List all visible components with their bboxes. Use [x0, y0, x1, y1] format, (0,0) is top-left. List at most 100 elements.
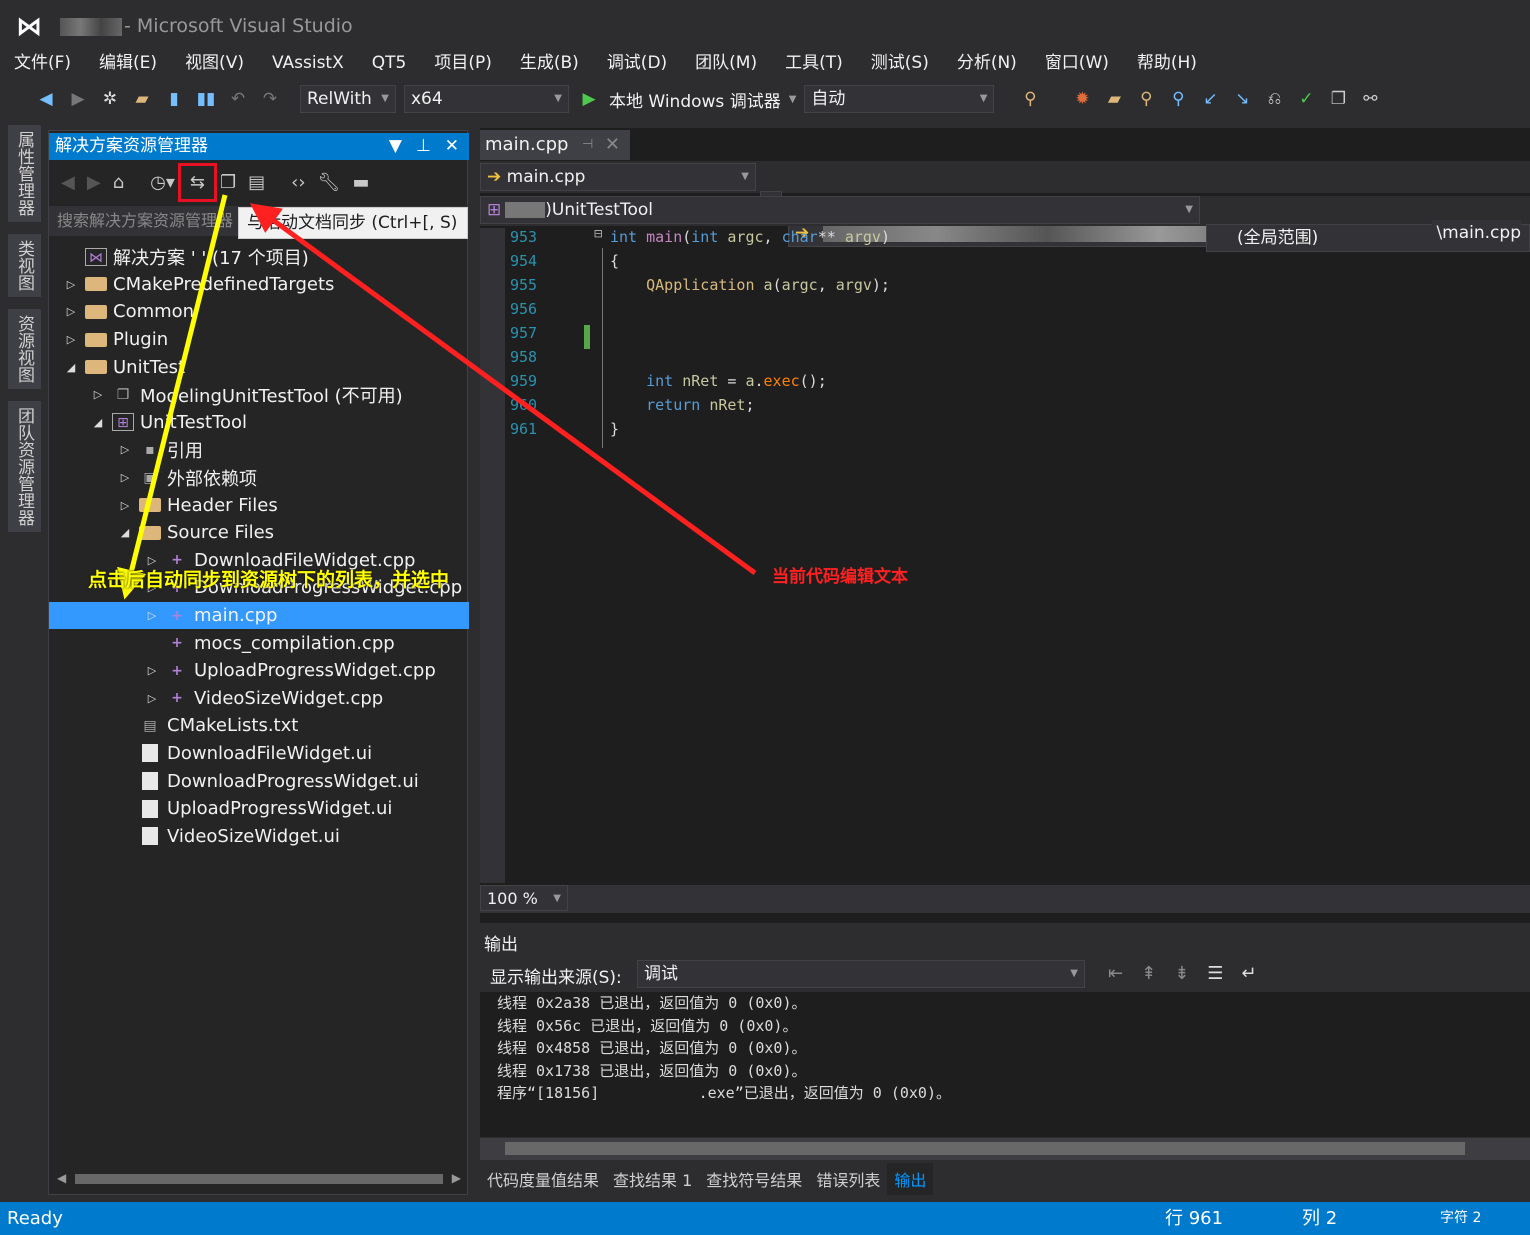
tree-item[interactable]: ◢ Source Files	[49, 519, 469, 547]
menu-item[interactable]: 视图(V)	[171, 48, 258, 78]
redo-icon[interactable]: ↷	[258, 89, 282, 109]
code-line[interactable]: }	[610, 420, 619, 438]
menu-item[interactable]: VAssistX	[258, 48, 358, 78]
expander-icon[interactable]: ◢	[63, 361, 79, 374]
go-to-location-icon[interactable]: ⇤	[1108, 963, 1123, 984]
tree-item[interactable]: ⋈ 解决方案 ' ' (17 个项目)	[49, 243, 469, 271]
expander-icon[interactable]: ▷	[63, 278, 79, 291]
bottom-tab[interactable]: 错误列表	[809, 1163, 887, 1195]
tree-item[interactable]: ▷ Header Files	[49, 491, 469, 519]
expander-icon[interactable]: ▷	[63, 305, 79, 318]
tree-item[interactable]: ◢ ⊞ UnitTestTool	[49, 409, 469, 437]
tree-item[interactable]: UploadProgressWidget.ui	[49, 795, 469, 823]
clear-all-icon[interactable]: ☰	[1207, 963, 1223, 984]
menu-item[interactable]: 窗口(W)	[1031, 48, 1123, 78]
scrollbar-thumb[interactable]	[505, 1142, 1465, 1155]
tree-item[interactable]: ▷ CMakePredefinedTargets	[49, 271, 469, 299]
zoom-tool-icon[interactable]: ⚲	[1166, 89, 1190, 109]
code-line[interactable]: return nRet;	[610, 396, 754, 414]
side-tab[interactable]: 团队资源管理器	[8, 401, 41, 532]
side-tab[interactable]: 资源视图	[8, 309, 41, 389]
expander-icon[interactable]: ▷	[63, 333, 79, 346]
zoom-dropdown[interactable]: 100 % ▼	[480, 885, 568, 911]
pin-icon[interactable]: ⊣	[582, 130, 593, 160]
code-line[interactable]: {	[610, 252, 619, 270]
new-project-icon[interactable]: ✲	[98, 89, 122, 109]
window-tool-icon[interactable]: ❐	[1326, 89, 1350, 109]
configuration-dropdown[interactable]: RelWith ▼	[300, 85, 396, 113]
expander-icon[interactable]: ◢	[90, 416, 106, 429]
expander-icon[interactable]: ▷	[144, 664, 160, 677]
menu-item[interactable]: 团队(M)	[681, 48, 771, 78]
tree-item[interactable]: ▷ Plugin	[49, 326, 469, 354]
word-wrap-icon[interactable]: ↵	[1241, 963, 1256, 984]
horizontal-scrollbar[interactable]: ◀ ▶	[57, 1171, 461, 1187]
expander-icon[interactable]: ▷	[90, 388, 106, 401]
tree-item[interactable]: ▤ CMakeLists.txt	[49, 712, 469, 740]
arrow-right-tool-icon[interactable]: ↘	[1230, 89, 1254, 109]
project-dropdown[interactable]: ⊞)UnitTestTool ▼	[480, 196, 1200, 224]
menu-item[interactable]: 生成(B)	[506, 48, 593, 78]
tree-item[interactable]: ▷ Common	[49, 298, 469, 326]
solution-config-dropdown[interactable]: 自动 ▼	[804, 85, 995, 113]
tree-item[interactable]: + mocs_compilation.cpp	[49, 629, 469, 657]
close-tab-icon[interactable]: ✕	[605, 130, 620, 160]
code-line[interactable]: QApplication a(argc, argv);	[610, 276, 890, 294]
collapse-all-icon[interactable]: ❐	[220, 172, 236, 193]
start-debug-icon[interactable]: ▶	[577, 89, 601, 109]
sync-with-active-document-icon[interactable]: ⇆	[177, 162, 218, 202]
search-tool-icon[interactable]: ⚲	[1134, 89, 1158, 109]
show-all-files-icon[interactable]: ▤	[248, 172, 265, 193]
bookmark-tool-icon[interactable]: ⎌	[1262, 89, 1286, 109]
expander-icon[interactable]: ▷	[117, 471, 133, 484]
view-code-icon[interactable]: ‹›	[291, 172, 305, 193]
tree-item[interactable]: ▷ + main.cpp	[49, 601, 469, 630]
save-all-icon[interactable]: ▮▮	[194, 89, 218, 109]
home-icon[interactable]: ⌂	[113, 172, 124, 193]
arrow-left-tool-icon[interactable]: ↙	[1198, 89, 1222, 109]
previous-message-icon[interactable]: ⇞	[1141, 963, 1156, 984]
scroll-left-icon[interactable]: ◀	[57, 1171, 66, 1185]
tree-item[interactable]: ▷ + UploadProgressWidget.cpp	[49, 657, 469, 685]
expander-icon[interactable]: ▷	[144, 609, 160, 622]
spellcheck-icon[interactable]: ✓	[1294, 89, 1318, 109]
side-tab[interactable]: 类视图	[8, 234, 41, 297]
dropdown-icon[interactable]: ▼	[389, 133, 402, 160]
back-icon[interactable]: ◀	[34, 89, 58, 109]
menu-item[interactable]: 测试(S)	[857, 48, 943, 78]
bottom-tab[interactable]: 查找符号结果	[699, 1163, 809, 1195]
find-icon[interactable]: ⚲	[1018, 89, 1042, 109]
properties-icon[interactable]: 🔧︎	[318, 172, 341, 193]
bottom-tab[interactable]: 输出	[887, 1163, 934, 1195]
tree-item[interactable]: ▷ ▣ 外部依赖项	[49, 464, 469, 492]
tree-item[interactable]: ▷ ❐ ModelingUnitTestTool (不可用)	[49, 381, 469, 409]
file-dropdown[interactable]: ➔ main.cpp ▼	[480, 163, 756, 191]
tree-item[interactable]: ◢ UnitTest	[49, 353, 469, 381]
debugger-dropdown-icon[interactable]: ▼	[789, 94, 797, 105]
scroll-right-icon[interactable]: ▶	[452, 1171, 461, 1185]
platform-dropdown[interactable]: x64 ▼	[404, 85, 569, 113]
bottom-tab[interactable]: 代码度量值结果	[480, 1163, 606, 1195]
side-tab[interactable]: 属性管理器	[8, 125, 41, 222]
tree-item[interactable]: VideoSizeWidget.ui	[49, 822, 469, 850]
menu-item[interactable]: 帮助(H)	[1123, 48, 1211, 78]
output-horizontal-scrollbar[interactable]	[480, 1138, 1530, 1160]
output-text[interactable]: 线程 0x2a38 已退出，返回值为 0 (0x0)。 线程 0x56c 已退出，…	[480, 992, 1530, 1137]
connect-tool-icon[interactable]: ⚯	[1358, 89, 1382, 109]
close-icon[interactable]: ✕	[445, 133, 459, 160]
next-message-icon[interactable]: ⇟	[1174, 963, 1189, 984]
folder-tool-icon[interactable]: ▰	[1102, 89, 1126, 109]
code-area[interactable]: 953 int main(int argc, char** argv) 954 {95…	[480, 226, 1530, 888]
forward-icon[interactable]: ▶	[87, 172, 101, 193]
back-icon[interactable]: ◀	[61, 172, 75, 193]
save-icon[interactable]: ▮	[162, 89, 186, 109]
code-line[interactable]: int nRet = a.exec();	[610, 372, 827, 390]
code-line[interactable]: int main(int argc, char** argv)	[610, 228, 890, 246]
tree-item[interactable]: ▷ + VideoSizeWidget.cpp	[49, 685, 469, 713]
menu-item[interactable]: 项目(P)	[420, 48, 506, 78]
debugger-button[interactable]: 本地 Windows 调试器	[609, 87, 781, 112]
menu-item[interactable]: 工具(T)	[771, 48, 857, 78]
tree-item[interactable]: DownloadFileWidget.ui	[49, 740, 469, 768]
forward-icon[interactable]: ▶	[66, 89, 90, 109]
expander-icon[interactable]: ◢	[117, 526, 133, 539]
